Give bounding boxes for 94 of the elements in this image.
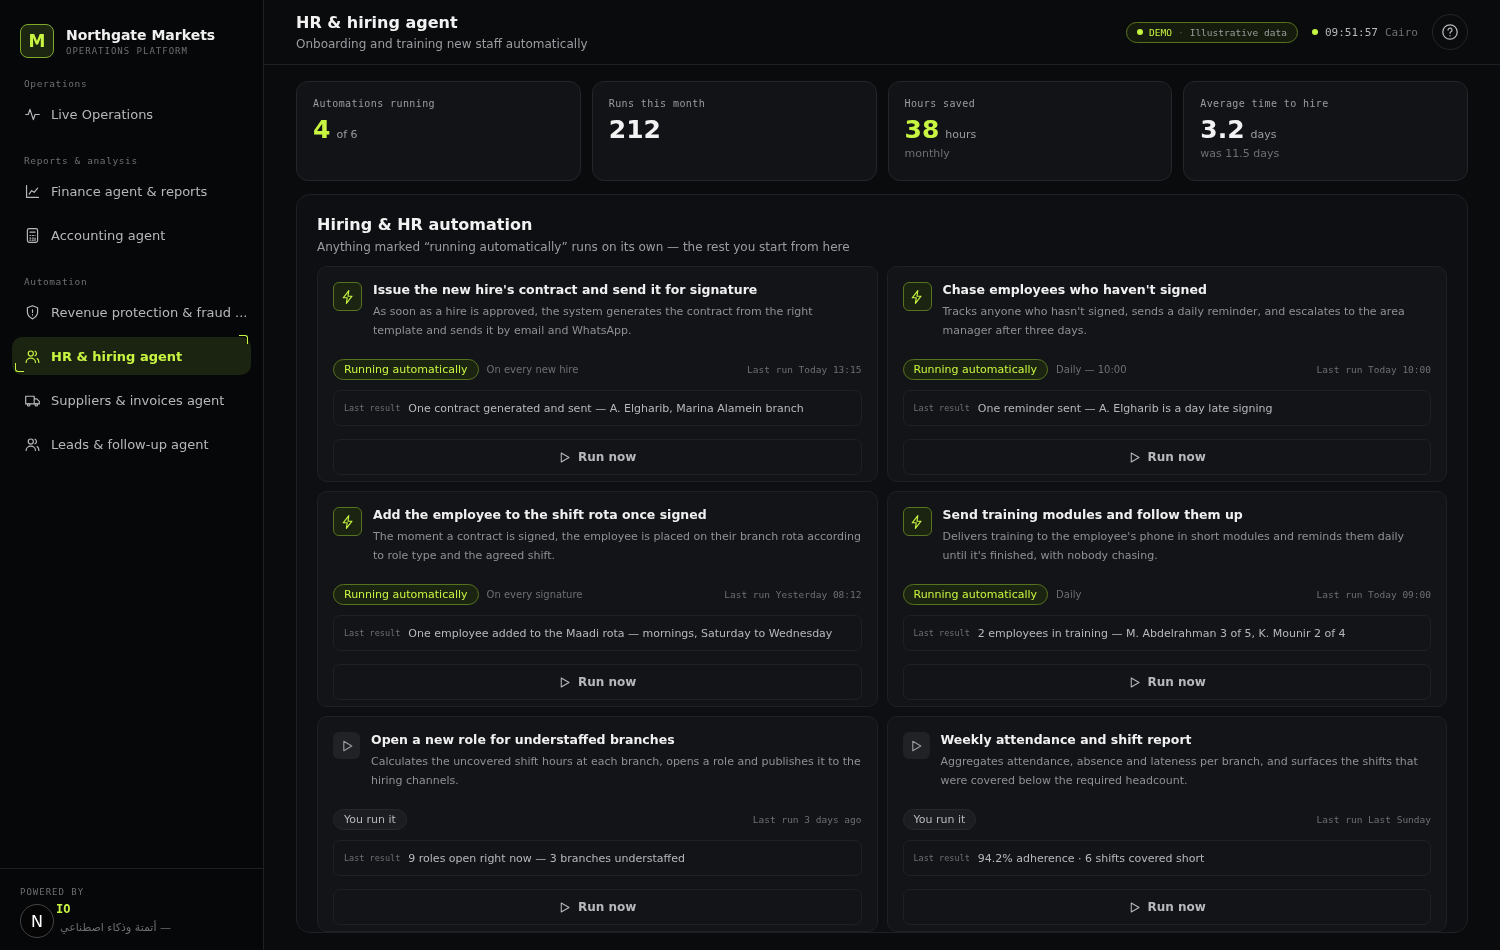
run-now-button[interactable]: Run now bbox=[333, 439, 862, 475]
nav-item[interactable]: Leads & follow-up agent bbox=[12, 425, 251, 463]
stat-value: 3.2 bbox=[1200, 115, 1245, 144]
result-text: One employee added to the Maadi rota — mornings, Saturday to Wednesday bbox=[408, 626, 833, 640]
automation-description: Tracks anyone who hasn't signed, sends a daily reminder, and escalates to the area manager after three days. bbox=[942, 304, 1406, 339]
stat-value: 212 bbox=[608, 115, 661, 144]
nav-item[interactable]: Live Operations bbox=[12, 95, 251, 133]
section-title: Hiring & HR automation bbox=[317, 215, 534, 234]
stat-unit: hours bbox=[945, 128, 977, 141]
stat-unit: of 6 bbox=[336, 128, 358, 141]
play-icon bbox=[558, 675, 572, 689]
nav-section-heading: Operations bbox=[23, 77, 89, 91]
last-run-text: Last run Today 10:00 bbox=[1316, 363, 1431, 375]
page-subtitle: Onboarding and training new staff automatically bbox=[296, 37, 588, 51]
nav-section-heading: Automation bbox=[23, 275, 89, 289]
partner-name: IO bbox=[55, 902, 72, 916]
last-run-text: Last run Yesterday 08:12 bbox=[724, 588, 862, 600]
automation-title: Weekly attendance and shift report bbox=[940, 732, 1193, 747]
brand-name: Northgate Markets bbox=[66, 26, 216, 43]
result-label: Last result bbox=[344, 853, 401, 863]
automation-description: The moment a contract is signed, the employee is placed on their branch rota according to role type and the agreed shift. bbox=[373, 529, 862, 564]
result-label: Last result bbox=[913, 853, 970, 863]
floating-avatar-button[interactable]: N bbox=[20, 904, 54, 938]
automation-title: Send training modules and follow them up bbox=[942, 507, 1244, 522]
users-icon bbox=[24, 435, 41, 453]
result-text: 2 employees in training — M. Abdelrahman 3 of 5, K. Mounir 2 of 4 bbox=[977, 626, 1346, 640]
automation-description: As soon as a hire is approved, the system generates the contract from the right template and sends it by email and WhatsApp. bbox=[373, 304, 814, 339]
play-icon bbox=[558, 900, 572, 914]
stat-note: was 11.5 days bbox=[1200, 147, 1281, 160]
demo-badge: DEMO · Illustrative data bbox=[1126, 21, 1298, 43]
last-run-text: Last run Last Sunday bbox=[1316, 813, 1431, 825]
run-now-button[interactable]: Run now bbox=[333, 889, 862, 925]
automation-title: Issue the new hire's contract and send it for signature bbox=[373, 282, 759, 297]
calculator-icon bbox=[24, 226, 41, 244]
nav-item[interactable]: Revenue protection & fraud ... bbox=[12, 293, 251, 331]
page-title: HR & hiring agent bbox=[296, 13, 459, 32]
powered-by-label: POWERED BY bbox=[20, 887, 86, 897]
last-run-text: Last run 3 days ago bbox=[752, 813, 862, 825]
result-text: 94.2% adherence · 6 shifts covered short bbox=[977, 851, 1205, 865]
status-pill: Running automatically bbox=[333, 358, 479, 380]
section-subtitle: Anything marked “running automatically” runs on its own — the rest you start from here bbox=[317, 240, 851, 254]
stat-label: Automations running bbox=[313, 98, 436, 109]
nav-item[interactable]: HR & hiring agent bbox=[12, 337, 251, 375]
brand-logo: M bbox=[20, 24, 54, 58]
last-run-text: Last run Today 09:00 bbox=[1316, 588, 1431, 600]
trigger-text: Daily bbox=[1056, 588, 1082, 600]
users-icon bbox=[24, 347, 41, 365]
play-icon bbox=[558, 450, 572, 464]
stat-label: Runs this month bbox=[608, 98, 707, 109]
stat-value: 4 bbox=[313, 115, 331, 144]
lightning-icon bbox=[909, 513, 925, 530]
automation-title: Add the employee to the shift rota once signed bbox=[373, 507, 708, 522]
automation-description: Calculates the uncovered shift hours at each branch, opens a role and publishes it to the hiring channels. bbox=[371, 754, 862, 789]
automation-description: Delivers training to the employee's phone in short modules and reminds them daily until it's finished, with nobody chasing. bbox=[942, 529, 1406, 564]
result-label: Last result bbox=[913, 628, 970, 638]
trigger-text: On every new hire bbox=[486, 363, 579, 375]
stat-value: 38 bbox=[904, 115, 940, 144]
nav-item[interactable]: Suppliers & invoices agent bbox=[12, 381, 251, 419]
run-now-button[interactable]: Run now bbox=[902, 889, 1431, 925]
stat-label: Average time to hire bbox=[1200, 98, 1330, 109]
stat-note: monthly bbox=[904, 147, 951, 160]
result-text: 9 roles open right now — 3 branches understaffed bbox=[408, 851, 685, 865]
lightning-icon bbox=[909, 288, 925, 305]
last-run-text: Last run Today 13:15 bbox=[747, 363, 862, 375]
status-pill: You run it bbox=[333, 808, 407, 830]
result-label: Last result bbox=[913, 403, 970, 413]
shield-icon bbox=[24, 303, 41, 321]
stat-unit: days bbox=[1250, 128, 1277, 141]
automation-description: Aggregates attendance, absence and lateness per branch, and surfaces the shifts that were covered below the required headcount. bbox=[940, 754, 1419, 789]
run-now-button[interactable]: Run now bbox=[902, 664, 1431, 700]
live-dot bbox=[1311, 29, 1318, 35]
result-label: Last result bbox=[344, 628, 401, 638]
trigger-text: On every signature bbox=[486, 588, 583, 600]
status-pill: Running automatically bbox=[902, 583, 1049, 605]
nav-section-heading: Reports & analysis bbox=[23, 154, 139, 168]
trigger-text: Daily — 10:00 bbox=[1056, 363, 1127, 375]
automation-title: Chase employees who haven't signed bbox=[942, 282, 1208, 297]
result-text: One contract generated and sent — A. Elgharib, Marina Alamein branch bbox=[408, 401, 804, 415]
brand-subtitle: OPERATIONS PLATFORM bbox=[66, 45, 189, 56]
result-text: One reminder sent — A. Elgharib is a day late signing bbox=[977, 401, 1273, 415]
status-pill: You run it bbox=[902, 808, 977, 830]
clock-city: Cairo bbox=[1384, 25, 1418, 39]
stat-label: Hours saved bbox=[904, 98, 977, 109]
status-pill: Running automatically bbox=[902, 358, 1049, 380]
line-chart-icon bbox=[24, 182, 41, 200]
result-label: Last result bbox=[344, 403, 401, 413]
run-now-button[interactable]: Run now bbox=[902, 439, 1431, 475]
run-now-button[interactable]: Run now bbox=[333, 664, 862, 700]
automation-title: Open a new role for understaffed branches bbox=[371, 732, 676, 747]
status-pill: Running automatically bbox=[333, 583, 479, 605]
clock-time: 09:51:57 bbox=[1324, 25, 1378, 39]
help-icon bbox=[1441, 23, 1459, 41]
nav-item[interactable]: Accounting agent bbox=[12, 216, 251, 254]
nav-item[interactable]: Finance agent & reports bbox=[12, 172, 251, 210]
